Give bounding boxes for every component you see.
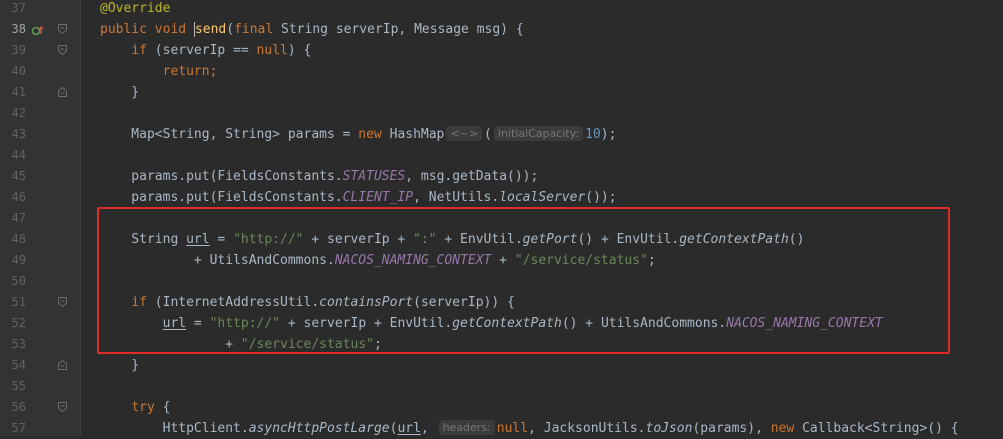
line-number: 50 xyxy=(11,274,26,288)
code-token: ); xyxy=(600,127,617,142)
code-token: ()); xyxy=(585,190,617,205)
code-token: asyncHttpPostLarge xyxy=(248,421,390,436)
line-number: 51 xyxy=(11,295,26,309)
code-token: send xyxy=(193,22,227,37)
code-line[interactable]: 56 try { xyxy=(0,397,1003,418)
code-token: HashMap xyxy=(389,127,445,142)
line-number: 47 xyxy=(11,211,26,225)
line-number: 52 xyxy=(11,316,26,330)
code-token: public void xyxy=(100,22,194,37)
code-text[interactable]: public void send(final String serverIp, … xyxy=(100,19,524,40)
code-line[interactable]: 39 if (serverIp == null) { xyxy=(0,40,1003,61)
line-number: 49 xyxy=(11,253,26,267)
code-token: final xyxy=(234,22,282,37)
code-line[interactable]: 38 public void send(final String serverIp… xyxy=(0,19,1003,40)
code-token: , JacksonUtils. xyxy=(528,421,646,436)
code-text[interactable]: Map<String, String> params = new HashMap… xyxy=(100,124,616,145)
code-token: HttpClient. xyxy=(100,421,249,436)
code-text[interactable]: params.put(FieldsConstants.STATUSES, msg… xyxy=(100,166,538,187)
code-token: @Override xyxy=(100,1,171,16)
line-number: 44 xyxy=(11,148,26,162)
line-number: 37 xyxy=(11,1,26,15)
code-token: ) { xyxy=(287,43,312,58)
line-number: 39 xyxy=(11,43,26,57)
line-number: 56 xyxy=(11,400,26,414)
code-token: return xyxy=(162,64,210,79)
code-token: ; xyxy=(209,64,218,79)
code-text[interactable]: } xyxy=(100,82,139,103)
code-line[interactable]: 44 xyxy=(0,145,1003,166)
fold-marker-icon[interactable] xyxy=(58,45,67,55)
line-number: 45 xyxy=(11,169,26,183)
fold-marker-icon[interactable] xyxy=(58,402,67,412)
code-token: Callback<String>() { xyxy=(802,421,959,436)
line-number: 38 xyxy=(11,22,26,36)
code-token: 10 xyxy=(585,127,601,142)
code-line[interactable]: 40 return; xyxy=(0,61,1003,82)
red-highlight-box xyxy=(97,207,950,354)
code-token: params.put(FieldsConstants. xyxy=(100,169,343,184)
parameter-hint: initialCapacity: xyxy=(493,126,584,141)
code-token: if xyxy=(131,43,155,58)
code-token: new xyxy=(770,421,803,436)
line-number: 43 xyxy=(11,127,26,141)
code-token: url xyxy=(397,421,421,436)
code-token: try xyxy=(131,400,163,415)
code-token: Map<String, String> params = xyxy=(100,127,359,142)
code-text[interactable]: } xyxy=(100,355,139,376)
code-line[interactable]: 43 Map<String, String> params = new Hash… xyxy=(0,124,1003,145)
code-token: } xyxy=(100,85,140,100)
code-line[interactable]: 55 xyxy=(0,376,1003,397)
fold-marker-icon[interactable] xyxy=(58,87,67,97)
code-text[interactable]: @Override xyxy=(100,0,170,19)
code-token: , NetUtils. xyxy=(413,190,500,205)
line-number: 55 xyxy=(11,379,26,393)
code-line[interactable]: 37 @Override xyxy=(0,0,1003,19)
code-token: , msg.getData()); xyxy=(405,169,539,184)
parameter-hint: <~> xyxy=(446,126,483,141)
code-token: , xyxy=(420,421,437,436)
code-token: params.put(FieldsConstants. xyxy=(100,190,343,205)
code-token: CLIENT_IP xyxy=(342,190,414,205)
code-line[interactable]: 42 xyxy=(0,103,1003,124)
fold-marker-icon[interactable] xyxy=(58,24,67,34)
code-token: ( xyxy=(484,127,492,142)
code-token: ( xyxy=(226,22,235,37)
code-token: toJson xyxy=(645,421,693,436)
code-token: String serverIp, Message msg) { xyxy=(281,22,524,37)
fold-marker-icon[interactable] xyxy=(58,297,67,307)
code-token: localServer xyxy=(499,190,586,205)
line-number: 46 xyxy=(11,190,26,204)
implements-method-icon[interactable] xyxy=(31,23,45,36)
fold-marker-icon[interactable] xyxy=(58,360,67,370)
code-line[interactable]: 41 } xyxy=(0,82,1003,103)
parameter-hint: headers: xyxy=(438,420,495,435)
code-text[interactable]: if (serverIp == null) { xyxy=(100,40,311,61)
line-number: 53 xyxy=(11,337,26,351)
line-number: 41 xyxy=(11,85,26,99)
code-line[interactable]: 46 params.put(FieldsConstants.CLIENT_IP,… xyxy=(0,187,1003,208)
code-text[interactable]: return; xyxy=(100,61,218,82)
line-number: 48 xyxy=(11,232,26,246)
code-token: STATUSES xyxy=(342,169,406,184)
code-line[interactable]: 54 } xyxy=(0,355,1003,376)
code-text[interactable]: try { xyxy=(100,397,170,418)
code-text[interactable]: params.put(FieldsConstants.CLIENT_IP, Ne… xyxy=(100,187,617,208)
code-token: (params), xyxy=(692,421,771,436)
line-number: 40 xyxy=(11,64,26,78)
line-number: 42 xyxy=(11,106,26,120)
code-token: (serverIp == xyxy=(154,43,257,58)
code-token: null xyxy=(256,43,288,58)
line-number: 54 xyxy=(11,358,26,372)
code-token: { xyxy=(162,400,171,415)
code-token: } xyxy=(100,358,140,373)
code-line[interactable]: 45 params.put(FieldsConstants.STATUSES, … xyxy=(0,166,1003,187)
code-token: null xyxy=(496,421,529,436)
code-token: new xyxy=(358,127,390,142)
